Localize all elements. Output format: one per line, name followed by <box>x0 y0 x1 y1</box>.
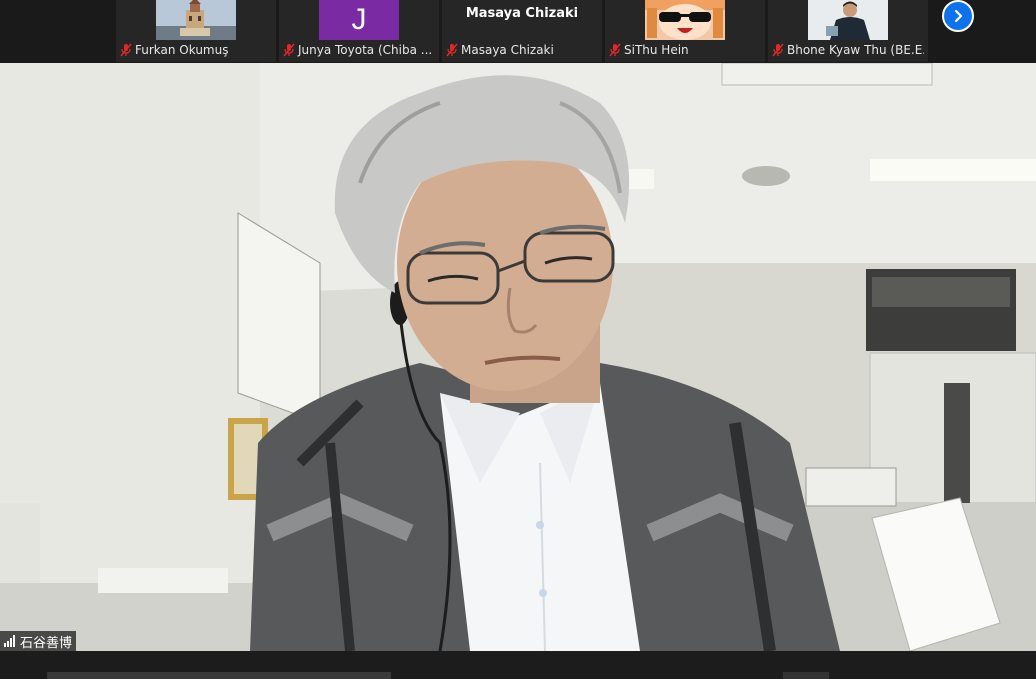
muted-mic-icon <box>772 43 784 57</box>
participant-name-label: Masaya Chizaki <box>446 42 554 58</box>
shared-content-thumbnail[interactable] <box>47 672 391 679</box>
person-photo-thumbnail <box>808 0 888 40</box>
active-speaker-name: 石谷善博 <box>20 635 73 651</box>
next-page-button[interactable] <box>942 0 974 32</box>
participant-name: Bhone Kyaw Thu (BE.E... <box>787 43 924 57</box>
participant-display-name: Masaya Chizaki <box>465 6 579 21</box>
initial-avatar: J <box>319 0 399 40</box>
tower-photo-thumbnail <box>156 0 236 40</box>
signal-bars-icon <box>4 635 15 647</box>
participant-tile-2[interactable]: J Junya Toyota (Chiba ... <box>279 0 439 62</box>
muted-mic-icon <box>446 43 458 57</box>
participant-name-label: Furkan Okumuş <box>120 42 228 58</box>
participant-name-label: Bhone Kyaw Thu (BE.E... <box>772 42 924 58</box>
participant-name: SiThu Hein <box>624 43 689 57</box>
participant-name: Furkan Okumuş <box>135 43 229 57</box>
chevron-right-icon <box>954 9 963 23</box>
participant-name: Junya Toyota (Chiba ... <box>298 43 433 57</box>
participant-tile-5[interactable]: Bhone Kyaw Thu (BE.E... <box>768 0 928 62</box>
active-speaker-video: 石谷善博 <box>0 63 1036 651</box>
participant-tile-1[interactable]: Furkan Okumuş <box>116 0 276 62</box>
participant-name: Masaya Chizaki <box>461 43 554 57</box>
secondary-thumbnail[interactable] <box>783 672 829 679</box>
bottom-area <box>0 651 1036 679</box>
muted-mic-icon <box>120 43 132 57</box>
muted-mic-icon <box>283 43 295 57</box>
cartoon-avatar-thumbnail <box>645 0 725 40</box>
participant-name-label: Junya Toyota (Chiba ... <box>283 42 432 58</box>
avatar-initial: J <box>351 3 367 36</box>
muted-mic-icon <box>609 43 621 57</box>
participant-tile-4[interactable]: SiThu Hein <box>605 0 765 62</box>
participant-tile-3[interactable]: Masaya Chizaki Masaya Chizaki <box>442 0 602 62</box>
participant-strip: Furkan Okumuş J Junya Toyota (Chiba ... … <box>0 0 1036 62</box>
participant-name-label: SiThu Hein <box>609 42 689 58</box>
active-speaker-label: 石谷善博 <box>0 631 77 651</box>
speaker-video-frame <box>0 63 1036 651</box>
zoom-meeting-window: Furkan Okumuş J Junya Toyota (Chiba ... … <box>0 0 1036 679</box>
